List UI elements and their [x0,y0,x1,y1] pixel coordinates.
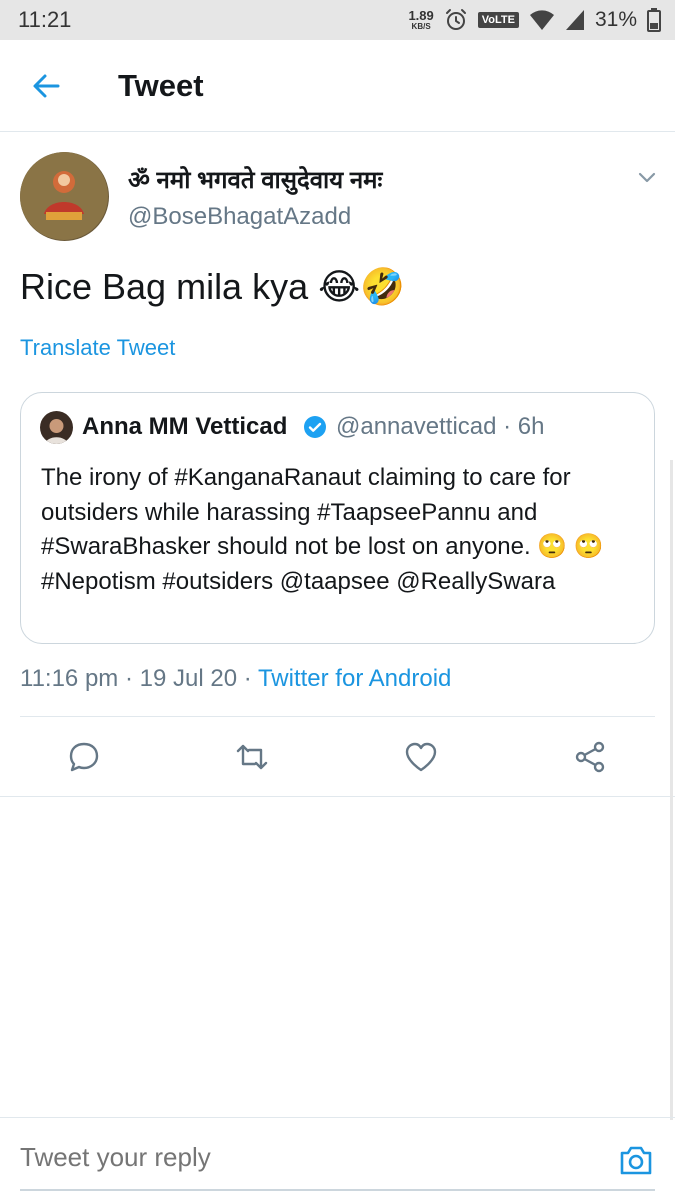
network-speed: 1.89 KB/S [408,8,434,31]
like-heart-icon[interactable] [403,739,439,775]
reply-input[interactable] [20,1142,580,1173]
alarm-icon [445,9,466,30]
author-handle[interactable]: @BoseBhagatAzadd [128,203,351,231]
translate-tweet-link[interactable]: Translate Tweet [20,335,175,361]
back-arrow-icon[interactable] [26,66,66,106]
tweet-source-link[interactable]: Twitter for Android [258,665,451,692]
signal-icon [565,10,584,30]
page-title: Tweet [118,68,204,103]
reply-composer [0,1117,675,1200]
tweet-time: 11:16 pm [20,665,119,692]
status-bar: 11:21 1.89 KB/S VoLTE 31% [0,0,675,40]
tweet-meta: 11:16 pm · 19 Jul 20 · Twitter for Andro… [20,665,451,693]
scrollbar[interactable] [670,460,673,1120]
reply-icon[interactable] [66,739,102,775]
battery-percent: 31% [594,8,637,31]
meta-separator: · [124,665,140,692]
meta-separator: · [243,665,258,692]
status-icons: 1.89 KB/S VoLTE 31% [408,6,661,34]
quoted-tweet-text: The irony of #KanganaRanaut claiming to … [41,464,604,595]
quoted-author-name: Anna MM Vetticad [82,413,288,440]
author-avatar[interactable] [20,152,109,241]
volte-badge: VoLTE [477,12,519,28]
tweet-text: Rice Bag mila kya 😂🤣 [20,266,405,307]
app-bar: Tweet [0,40,675,132]
quoted-author-avatar [40,411,73,444]
retweet-icon[interactable] [234,739,270,775]
chevron-down-icon[interactable] [636,166,658,188]
wifi-icon [529,10,554,30]
verified-badge-icon [304,416,326,438]
battery-icon [647,8,661,32]
author-display-name[interactable]: ॐ नमो भगवते वासुदेवाय नमः [128,163,382,196]
tweet-actions [0,717,675,797]
quoted-tweet-card[interactable]: Anna MM Vetticad @annavetticad · 6h The … [20,392,655,644]
share-icon[interactable] [572,739,608,775]
quoted-author-handle: @annavetticad · 6h [336,413,545,440]
camera-icon[interactable] [616,1140,656,1180]
status-time: 11:21 [18,7,72,32]
reply-underline [20,1189,655,1191]
tweet-date: 19 Jul 20 [139,665,238,692]
